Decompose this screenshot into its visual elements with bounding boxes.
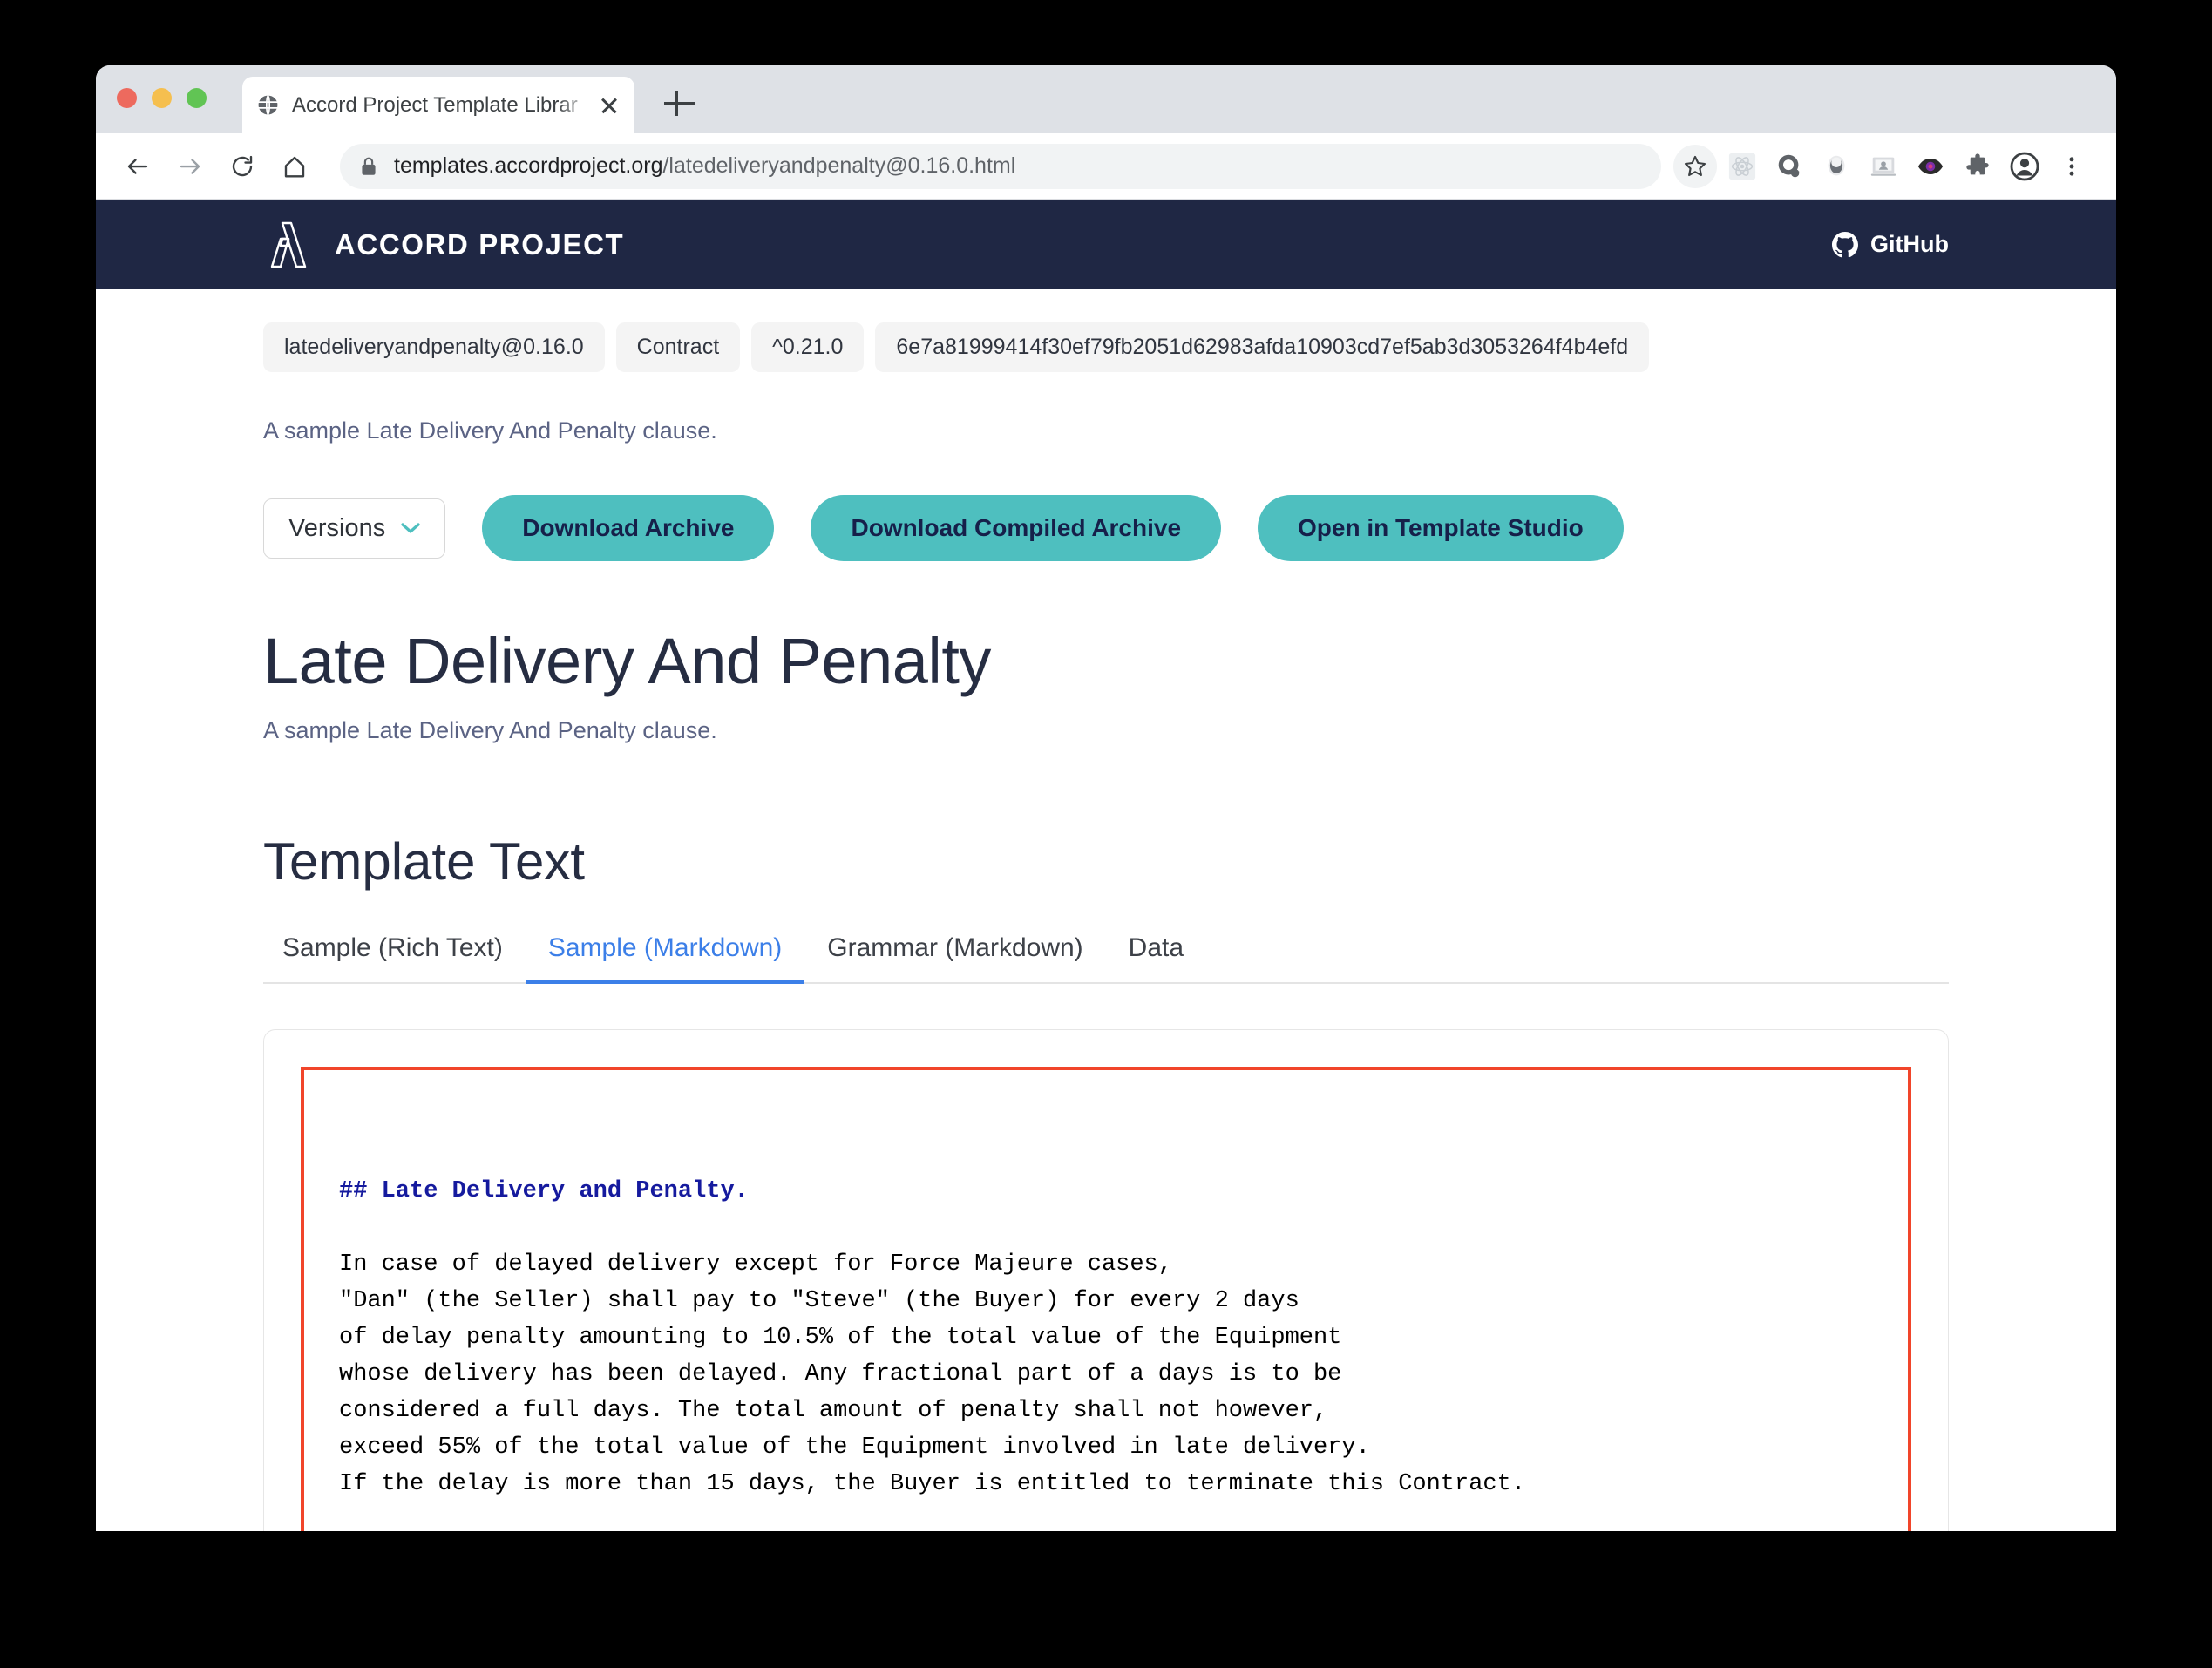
tab-sample-markdown[interactable]: Sample (Markdown) — [525, 925, 805, 984]
window-controls — [117, 88, 207, 108]
tab-sample-rich-text[interactable]: Sample (Rich Text) — [263, 925, 526, 982]
extension-circle-icon[interactable] — [1768, 145, 1811, 188]
download-archive-button[interactable]: Download Archive — [482, 495, 775, 561]
toolbar-icons — [1673, 144, 2093, 188]
url-path: /latedeliveryandpenalty@0.16.0.html — [662, 153, 1016, 178]
page-description: A sample Late Delivery And Penalty claus… — [263, 717, 717, 743]
markdown-body-text: In case of delayed delivery except for F… — [339, 1251, 1526, 1497]
browser-window: Accord Project Template Librar templates… — [96, 65, 2116, 1531]
markdown-heading-line: ## Late Delivery and Penalty. — [339, 1178, 749, 1204]
github-icon — [1832, 231, 1859, 257]
github-link[interactable]: GitHub — [1832, 231, 1949, 258]
screencast-icon[interactable] — [1862, 145, 1905, 188]
badge-version-range: ^0.21.0 — [751, 322, 865, 372]
bookmark-star-icon[interactable] — [1673, 144, 1717, 188]
badge-template-type: Contract — [615, 322, 741, 372]
template-text-card: ## Late Delivery and Penalty. In case of … — [263, 1029, 1949, 1531]
accord-project-logo-icon — [270, 221, 307, 268]
minimize-window-button[interactable] — [152, 88, 172, 108]
globe-icon — [256, 93, 280, 117]
code-highlight-box: ## Late Delivery and Penalty. In case of … — [301, 1067, 1911, 1531]
browser-toolbar: templates.accordproject.org/latedelivery… — [96, 133, 2116, 200]
tab-data[interactable]: Data — [1106, 925, 1206, 982]
forward-button[interactable] — [167, 144, 213, 189]
home-button[interactable] — [272, 144, 317, 189]
maximize-window-button[interactable] — [187, 88, 207, 108]
url-domain: templates.accordproject.org — [394, 153, 663, 178]
address-bar-url: templates.accordproject.org/latedelivery… — [394, 153, 1015, 179]
profile-avatar-icon[interactable] — [2003, 145, 2046, 188]
three-dot-menu-icon[interactable] — [2050, 145, 2093, 188]
close-window-button[interactable] — [117, 88, 137, 108]
download-compiled-archive-button[interactable]: Download Compiled Archive — [811, 495, 1222, 561]
page-content: ACCORD PROJECT GitHub latedeliveryandpen… — [96, 200, 2116, 1531]
address-bar[interactable]: templates.accordproject.org/latedelivery… — [340, 143, 1661, 189]
lock-icon — [362, 157, 376, 175]
close-tab-icon[interactable] — [598, 94, 621, 117]
arrow-right-icon — [180, 158, 200, 174]
versions-label: Versions — [288, 513, 386, 542]
browser-tab[interactable]: Accord Project Template Librar — [242, 77, 634, 133]
template-text-tabs: Sample (Rich Text) Sample (Markdown) Gra… — [263, 925, 1949, 984]
brand-name: ACCORD PROJECT — [335, 227, 625, 261]
top-description: A sample Late Delivery And Penalty claus… — [263, 417, 717, 444]
page-title: Late Delivery And Penalty — [263, 625, 991, 697]
site-header: ACCORD PROJECT GitHub — [96, 200, 2116, 289]
badge-hash: 6e7a81999414f30ef79fb2051d62983afda10903… — [875, 322, 1650, 372]
react-devtools-icon[interactable] — [1720, 145, 1764, 188]
extension-oval-icon[interactable] — [1815, 145, 1858, 188]
github-label: GitHub — [1870, 231, 1949, 257]
brand[interactable]: ACCORD PROJECT — [263, 220, 624, 270]
action-button-row: Versions Download Archive Download Compi… — [263, 495, 1949, 561]
markdown-code-block: ## Late Delivery and Penalty. In case of … — [339, 1100, 1873, 1531]
new-tab-button[interactable] — [661, 85, 699, 123]
browser-tab-strip: Accord Project Template Librar — [96, 65, 2116, 133]
section-title: Template Text — [263, 832, 586, 891]
versions-dropdown[interactable]: Versions — [263, 498, 446, 559]
puzzle-piece-icon[interactable] — [1956, 145, 1999, 188]
chevron-down-icon — [401, 523, 420, 533]
tab-grammar-markdown[interactable]: Grammar (Markdown) — [804, 925, 1105, 982]
browser-tab-title: Accord Project Template Librar — [292, 92, 578, 117]
open-in-template-studio-button[interactable]: Open in Template Studio — [1258, 495, 1624, 561]
back-button[interactable] — [115, 144, 160, 189]
reload-button[interactable] — [220, 144, 265, 189]
badge-template-name: latedeliveryandpenalty@0.16.0 — [263, 322, 605, 372]
eye-icon[interactable] — [1909, 145, 1952, 188]
content-container: latedeliveryandpenalty@0.16.0 Contract ^… — [96, 289, 2116, 1531]
arrow-left-icon — [127, 158, 148, 174]
home-icon — [284, 156, 305, 177]
metadata-badge-row: latedeliveryandpenalty@0.16.0 Contract ^… — [263, 289, 1949, 372]
reload-icon — [232, 155, 253, 176]
